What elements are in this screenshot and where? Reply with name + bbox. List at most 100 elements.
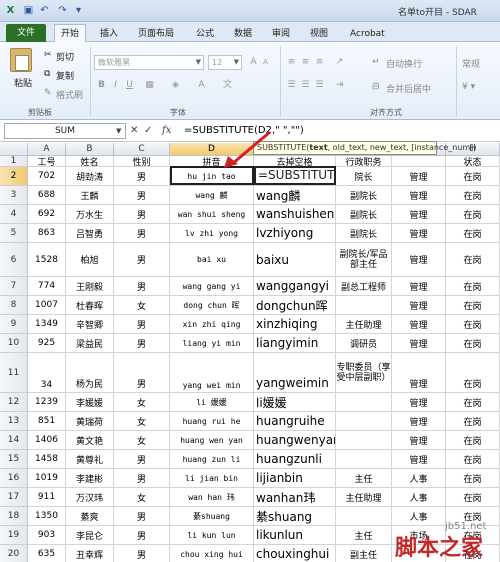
border-icon[interactable]: ▦ (144, 80, 155, 91)
table-cell[interactable]: xin zhi qing (170, 315, 254, 334)
row-header-19[interactable]: 19 (0, 526, 28, 545)
table-cell[interactable]: 梁益民 (66, 334, 114, 353)
table-cell[interactable]: 男 (114, 353, 170, 393)
table-cell[interactable]: huang rui he (170, 412, 254, 431)
underline-icon[interactable]: U (124, 80, 135, 91)
table-cell[interactable]: li kun lun (170, 526, 254, 545)
table-cell[interactable]: li jian bin (170, 469, 254, 488)
table-cell[interactable]: 管理 (392, 205, 446, 224)
insert-function-icon[interactable]: fx (162, 124, 171, 138)
column-title-cell[interactable]: 行政职务 (336, 156, 392, 167)
table-cell[interactable] (336, 412, 392, 431)
table-cell[interactable]: 人事 (392, 488, 446, 507)
indent-icon[interactable]: ⇥ (334, 80, 345, 91)
table-cell[interactable]: 辛智卿 (66, 315, 114, 334)
table-cell[interactable]: yangweimin (254, 353, 336, 393)
italic-icon[interactable]: I (110, 80, 121, 91)
row-header-8[interactable]: 8 (0, 296, 28, 315)
row-header-11[interactable]: 11 (0, 353, 28, 393)
fill-color-icon[interactable]: ◈ (170, 80, 181, 91)
table-cell[interactable]: 863 (28, 224, 66, 243)
row-header-20[interactable]: 20 (0, 545, 28, 562)
tab-insert[interactable]: 插入 (100, 26, 118, 42)
table-cell[interactable]: 管理 (392, 450, 446, 469)
table-cell[interactable]: 男 (114, 334, 170, 353)
table-cell[interactable]: 吕智勇 (66, 224, 114, 243)
wrap-text-icon[interactable]: ↵ (372, 57, 380, 67)
table-cell[interactable]: 男 (114, 526, 170, 545)
table-cell[interactable]: liang yi min (170, 334, 254, 353)
table-cell[interactable]: 主任助理 (336, 315, 392, 334)
table-cell[interactable]: huangwenyan (254, 431, 336, 450)
table-cell[interactable] (336, 296, 392, 315)
table-cell[interactable] (336, 450, 392, 469)
table-cell[interactable]: 女 (114, 296, 170, 315)
table-cell[interactable]: yang wei min (170, 353, 254, 393)
table-cell[interactable]: 綦爽 (66, 507, 114, 526)
column-header-a[interactable]: A (28, 143, 66, 156)
table-cell[interactable]: wanhan玮 (254, 488, 336, 507)
table-cell[interactable]: 管理 (392, 353, 446, 393)
row-header-14[interactable]: 14 (0, 431, 28, 450)
row-header-9[interactable]: 9 (0, 315, 28, 334)
table-cell[interactable]: 男 (114, 205, 170, 224)
row-header-12[interactable]: 12 (0, 393, 28, 412)
table-cell[interactable]: wang麟 (254, 186, 336, 205)
merge-center-button[interactable]: 合并后居中 (386, 82, 431, 95)
table-cell[interactable]: wan han 玮 (170, 488, 254, 507)
table-cell[interactable]: 男 (114, 277, 170, 296)
table-cell[interactable]: 胡劲涛 (66, 167, 114, 186)
table-cell[interactable]: 副院长 (336, 205, 392, 224)
table-cell[interactable]: 管理 (392, 431, 446, 450)
row-header-10[interactable]: 10 (0, 334, 28, 353)
table-cell[interactable]: lijianbin (254, 469, 336, 488)
table-cell[interactable]: 702 (28, 167, 66, 186)
table-cell[interactable]: 男 (114, 186, 170, 205)
font-size-select[interactable]: 12 ▼ (208, 55, 242, 70)
table-cell[interactable]: 管理 (392, 393, 446, 412)
paste-icon[interactable] (10, 48, 32, 72)
column-title-cell[interactable] (392, 156, 446, 167)
number-format-select[interactable]: 常规 (462, 57, 480, 70)
tab-data[interactable]: 数据 (234, 26, 252, 42)
table-cell[interactable]: 1350 (28, 507, 66, 526)
table-cell[interactable]: 男 (114, 469, 170, 488)
tab-view[interactable]: 视图 (310, 26, 328, 42)
table-cell[interactable]: bai xu (170, 243, 254, 277)
cut-button[interactable]: 剪切 (56, 50, 74, 63)
table-cell[interactable]: huangzunli (254, 450, 336, 469)
table-cell[interactable]: dong chun 晖 (170, 296, 254, 315)
table-cell[interactable]: 男 (114, 450, 170, 469)
formula-enter-icon[interactable]: ✓ (144, 124, 152, 138)
name-box[interactable]: SUM (4, 123, 126, 139)
table-cell[interactable]: 李建彬 (66, 469, 114, 488)
table-cell[interactable]: 在岗 (446, 469, 500, 488)
redo-icon[interactable]: ↷ (56, 4, 69, 17)
table-cell[interactable]: dongchun晖 (254, 296, 336, 315)
table-cell[interactable]: 管理 (392, 334, 446, 353)
table-cell[interactable]: 柏旭 (66, 243, 114, 277)
table-cell[interactable]: 副院长 (336, 186, 392, 205)
align-right-icon[interactable]: ☰ (314, 80, 325, 91)
row-header-3[interactable]: 3 (0, 186, 28, 205)
table-cell[interactable]: 1528 (28, 243, 66, 277)
column-title-cell[interactable]: 姓名 (66, 156, 114, 167)
table-cell[interactable]: wang gang yi (170, 277, 254, 296)
tab-page-layout[interactable]: 页面布局 (138, 26, 174, 42)
row-header-2[interactable]: 2 (0, 167, 28, 186)
row-header-5[interactable]: 5 (0, 224, 28, 243)
table-cell[interactable]: huangruihe (254, 412, 336, 431)
table-cell[interactable]: 925 (28, 334, 66, 353)
table-cell[interactable]: 黄文艳 (66, 431, 114, 450)
align-center-icon[interactable]: ☰ (300, 80, 311, 91)
table-cell[interactable] (336, 431, 392, 450)
table-cell[interactable]: 1349 (28, 315, 66, 334)
table-cell[interactable]: 管理 (392, 167, 446, 186)
table-cell[interactable]: 在岗 (446, 224, 500, 243)
save-icon[interactable]: ▣ (22, 4, 35, 17)
table-cell[interactable]: 主任 (336, 469, 392, 488)
table-cell[interactable]: wanshuisheng (254, 205, 336, 224)
table-cell[interactable]: 851 (28, 412, 66, 431)
row-header-6[interactable]: 6 (0, 243, 28, 277)
paste-button[interactable]: 粘贴 (14, 76, 32, 89)
